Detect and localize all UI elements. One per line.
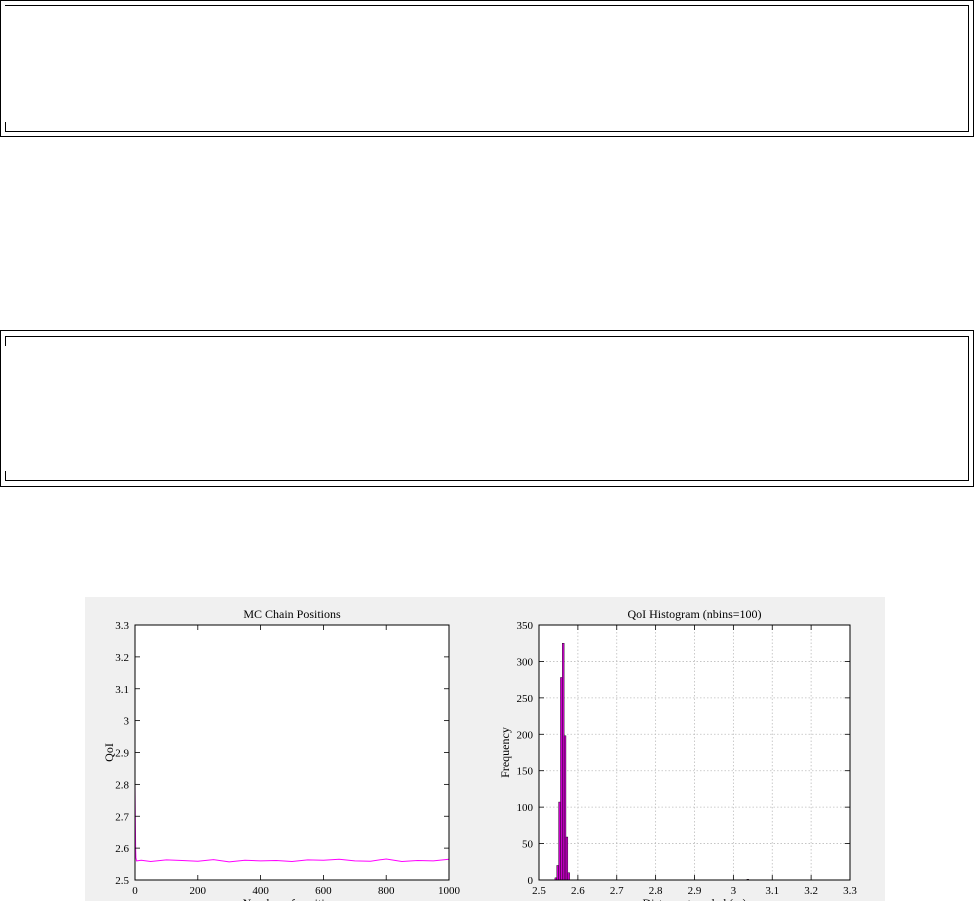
y-tick-label: 2.8 [115,779,129,791]
y-tick-label: 150 [517,766,534,778]
y-tick-label: 200 [517,729,534,741]
y-tick-label: 2.9 [115,748,129,760]
x-tick-label: 3.1 [765,885,779,897]
x-tick-label: 200 [190,885,207,897]
chart-title: QoI Histogram (nbins=100) [627,607,761,621]
y-axis-label: QoI [102,743,116,762]
y-tick-label: 2.6 [115,843,129,855]
x-tick-label: 1000 [438,885,461,897]
y-tick-label: 3 [124,716,130,728]
y-axis-label: Frequency [498,727,512,778]
x-axis-label: Distance traveled (m) [643,896,747,901]
histogram-bar [560,677,563,881]
x-axis-label: Number of positions [243,896,342,901]
histogram-bar [562,643,565,881]
y-tick-label: 2.7 [115,811,129,823]
histogram-bar [563,735,567,881]
x-tick-label: 3.3 [843,885,857,897]
histogram-bar [558,801,561,881]
y-tick-label: 250 [517,693,534,705]
chart-qoi-histogram: 2.5 2.6 2.7 2.8 2.9 3 3.1 3.2 3.3050100150200250… [498,607,857,901]
y-tick-label: 100 [517,802,534,814]
y-tick-label: 50 [522,839,534,851]
y-tick-label: 350 [517,620,534,632]
x-tick-label: 3.2 [804,885,818,897]
histogram-bar [556,865,559,881]
y-tick-label: 3.3 [115,620,129,632]
x-tick-label: 2.7 [610,885,624,897]
x-tick-label: 800 [378,885,395,897]
x-tick-label: 2.6 [571,885,585,897]
figure-svg: 0 200 400 600 800 10002.52.62.72.82.933.13.23… [102,607,857,901]
y-tick-label: 0 [528,875,534,887]
y-tick-label: 3.2 [115,652,129,664]
histogram-bar [565,836,569,881]
y-tick-label: 3.1 [115,684,129,696]
plot-area [135,625,449,880]
x-tick-label: 2.5 [532,885,546,897]
x-tick-label: 0 [132,885,138,897]
chart-title: MC Chain Positions [243,607,341,621]
histogram-bar [567,872,570,881]
y-tick-label: 300 [517,656,534,668]
y-tick-label: 2.5 [115,875,129,887]
chart-mc-chain-positions: 0 200 400 600 800 10002.52.62.72.82.933.13.23… [102,607,461,901]
